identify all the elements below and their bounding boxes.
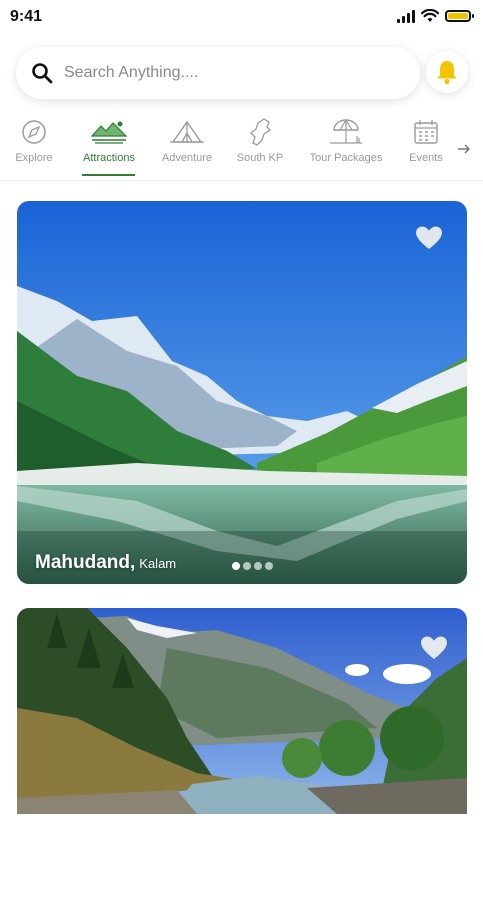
tab-label: Adventure [161, 152, 213, 164]
card-caption: Mahudand, Kalam [35, 552, 176, 574]
calendar-icon [414, 120, 438, 144]
notifications-button[interactable] [426, 51, 468, 93]
status-bar: 9:41 [0, 0, 483, 36]
tent-icon [170, 120, 204, 143]
favorite-heart-icon[interactable] [415, 225, 443, 251]
arrow-right-icon[interactable] [456, 141, 472, 157]
tab-adventure[interactable]: Adventure [160, 116, 214, 178]
cellular-signal-icon [397, 9, 415, 23]
map-region-icon [250, 118, 272, 146]
attraction-card[interactable] [17, 608, 467, 814]
umbrella-icon [330, 118, 362, 144]
battery-icon [445, 10, 474, 22]
carousel-dot[interactable] [254, 562, 262, 570]
wifi-icon [421, 9, 439, 22]
tab-explore[interactable]: Explore [14, 116, 54, 178]
tab-label: Tour Packages [309, 152, 383, 164]
search-bar[interactable] [16, 47, 420, 99]
carousel-dot[interactable] [243, 562, 251, 570]
attraction-card[interactable]: Mahudand, Kalam [17, 201, 467, 584]
tab-label: Events [409, 152, 443, 164]
status-time: 9:41 [10, 8, 43, 25]
search-input[interactable] [62, 63, 396, 83]
bell-icon [437, 61, 457, 85]
card-title: Mahudand, [35, 552, 136, 573]
active-tab-indicator [82, 174, 135, 176]
tab-events[interactable]: Events [408, 116, 444, 178]
tab-tour-packages[interactable]: Tour Packages [309, 116, 383, 178]
carousel-dot[interactable] [232, 562, 240, 570]
tab-label: South KP [236, 152, 284, 164]
status-icons [397, 9, 474, 23]
search-icon [32, 63, 53, 84]
tab-label: Explore [15, 152, 53, 164]
favorite-heart-icon[interactable] [420, 635, 448, 661]
category-tabs: Explore Attractions Adventure South KP T… [0, 116, 483, 181]
card-subtitle: Kalam [139, 556, 177, 571]
carousel-indicator [232, 562, 273, 570]
tab-south-kp[interactable]: South KP [236, 116, 284, 178]
tab-attractions[interactable]: Attractions [81, 116, 137, 178]
carousel-dot[interactable] [265, 562, 273, 570]
attractions-icon [90, 121, 128, 144]
attraction-photo [17, 608, 467, 814]
attraction-photo [17, 201, 467, 584]
tab-label: Attractions [83, 152, 135, 164]
compass-icon [22, 120, 46, 144]
